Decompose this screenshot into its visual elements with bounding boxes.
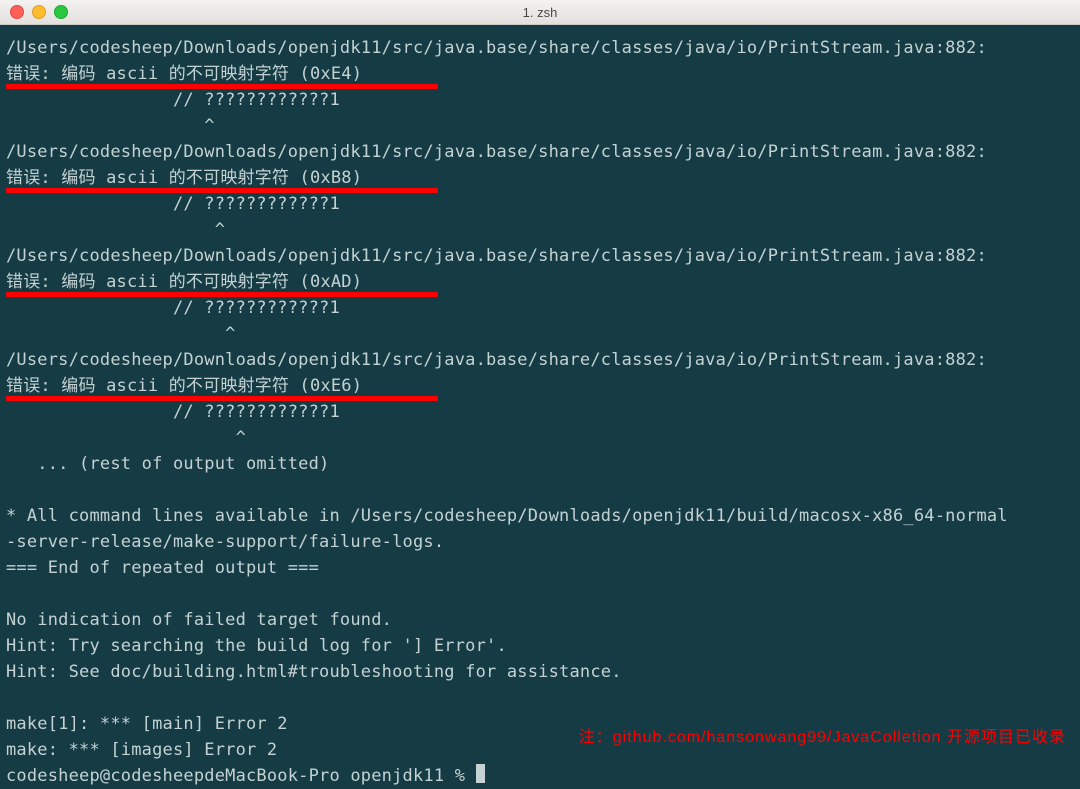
terminal-line: * All command lines available in /Users/… <box>6 503 1074 529</box>
terminal-line: -server-release/make-support/failure-log… <box>6 529 1074 555</box>
window-controls <box>10 5 68 19</box>
error-caret-line: ^ <box>6 425 1074 451</box>
error-message-line: 错误: 编码 ascii 的不可映射字符 (0xAD) <box>6 269 1074 295</box>
error-path-line: /Users/codesheep/Downloads/openjdk11/src… <box>6 347 1074 373</box>
error-path-line: /Users/codesheep/Downloads/openjdk11/src… <box>6 243 1074 269</box>
error-caret-line: ^ <box>6 113 1074 139</box>
shell-prompt[interactable]: codesheep@codesheepdeMacBook-Pro openjdk… <box>6 763 1074 789</box>
terminal-line: Hint: Try searching the build log for ']… <box>6 633 1074 659</box>
error-code-line: // ????????????1 <box>6 399 1074 425</box>
error-message-line: 错误: 编码 ascii 的不可映射字符 (0xB8) <box>6 165 1074 191</box>
error-path-line: /Users/codesheep/Downloads/openjdk11/src… <box>6 139 1074 165</box>
minimize-icon[interactable] <box>32 5 46 19</box>
footer-annotation: 注：github.com/hansonwang99/JavaColletion … <box>579 723 1066 747</box>
terminal-output[interactable]: /Users/codesheep/Downloads/openjdk11/src… <box>0 25 1080 789</box>
error-message-line: 错误: 编码 ascii 的不可映射字符 (0xE4) <box>6 61 1074 87</box>
error-code-line: // ????????????1 <box>6 87 1074 113</box>
error-path-line: /Users/codesheep/Downloads/openjdk11/src… <box>6 35 1074 61</box>
error-message-line: 错误: 编码 ascii 的不可映射字符 (0xE6) <box>6 373 1074 399</box>
terminal-line: No indication of failed target found. <box>6 607 1074 633</box>
terminal-line <box>6 581 1074 607</box>
terminal-line <box>6 477 1074 503</box>
window-titlebar: 1. zsh <box>0 0 1080 25</box>
prompt-text: codesheep@codesheepdeMacBook-Pro openjdk… <box>6 766 476 786</box>
error-code-line: // ????????????1 <box>6 191 1074 217</box>
terminal-line: === End of repeated output === <box>6 555 1074 581</box>
terminal-line: Hint: See doc/building.html#troubleshoot… <box>6 659 1074 685</box>
window-title: 1. zsh <box>0 5 1080 20</box>
terminal-line <box>6 685 1074 711</box>
zoom-icon[interactable] <box>54 5 68 19</box>
cursor-icon <box>476 764 485 783</box>
close-icon[interactable] <box>10 5 24 19</box>
error-caret-line: ^ <box>6 321 1074 347</box>
error-code-line: // ????????????1 <box>6 295 1074 321</box>
terminal-line: ... (rest of output omitted) <box>6 451 1074 477</box>
error-caret-line: ^ <box>6 217 1074 243</box>
